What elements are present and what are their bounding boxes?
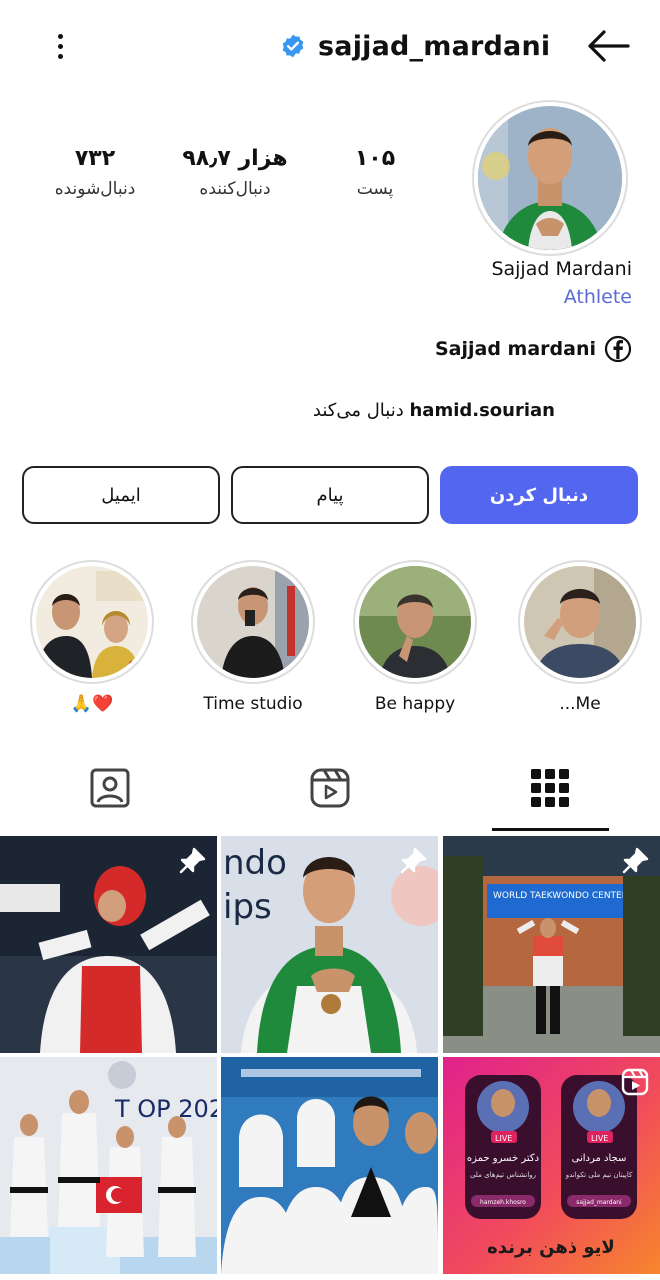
profile-avatar[interactable] — [472, 100, 628, 256]
highlight-cover-image — [524, 566, 636, 678]
post5-left-handle: hamzeh.khosro — [480, 1199, 526, 1206]
tagged-user-icon — [90, 768, 130, 808]
posts-count: ۱۰۵ — [354, 146, 396, 171]
svg-text:♥: ♥ — [128, 659, 141, 675]
followers-label: دنبال‌کننده — [199, 179, 271, 199]
highlight-be-happy[interactable]: Be happy — [353, 560, 477, 714]
more-options-icon[interactable] — [40, 28, 80, 64]
posts-stat[interactable]: ۱۰۵ پست — [310, 146, 440, 199]
username: sajjad_mardani — [318, 30, 551, 62]
highlight-time-studio[interactable]: Time studio — [191, 560, 315, 714]
pinned-icon — [400, 847, 427, 874]
pinned-icon — [179, 847, 206, 874]
following-label: دنبال‌شونده — [54, 179, 136, 199]
post-thumbnail[interactable]: ndo ips — [221, 836, 438, 1053]
message-button[interactable]: پیام — [231, 466, 429, 524]
post-thumbnail[interactable]: T OP 202 — [0, 1057, 217, 1274]
followers-count: ۹۸٫۷ هزار — [182, 146, 288, 171]
post5-left-name: دکتر خسرو حمزه — [467, 1153, 539, 1164]
posts-label: پست — [356, 179, 394, 199]
post5-headline: لایو ذهن برنده — [487, 1237, 615, 1258]
email-button[interactable]: ایمیل — [22, 466, 220, 524]
followed-by-suffix: دنبال می‌کند — [312, 400, 404, 421]
highlight-pray-heart[interactable]: ♥ 🙏❤️ — [30, 560, 154, 714]
post5-right-name: سجاد مردانی — [572, 1153, 627, 1164]
post-thumbnail[interactable]: LIVE LIVE دکتر خسرو حمزه روانشناس تیم‌ها… — [443, 1057, 660, 1274]
profile-full-name: Sajjad Mardani — [491, 258, 632, 280]
svg-text:T OP 202: T OP 202 — [114, 1095, 217, 1123]
facebook-icon — [604, 335, 632, 363]
highlight-label: ...Me — [559, 694, 601, 714]
svg-text:ndo: ndo — [223, 843, 287, 883]
active-tab-indicator — [492, 828, 609, 831]
facebook-name: Sajjad mardani — [434, 338, 596, 360]
tab-reels[interactable] — [300, 760, 360, 816]
tab-posts-grid[interactable] — [520, 760, 580, 816]
post-thumbnail[interactable] — [221, 1057, 438, 1274]
highlight-me[interactable]: ...Me — [518, 560, 642, 714]
followed-by-text[interactable]: hamid.sourian دنبال می‌کند — [100, 400, 555, 421]
profile-header-title: sajjad_mardani — [280, 26, 560, 66]
live-badge-left: LIVE — [495, 1134, 512, 1143]
following-count: ۷۳۲ — [74, 146, 116, 171]
reels-icon — [310, 768, 350, 808]
facebook-link[interactable]: Sajjad mardani — [380, 334, 632, 364]
pinned-icon — [622, 847, 649, 874]
post5-left-role: روانشناس تیم‌های ملی — [470, 1171, 536, 1179]
post5-right-handle: sajjad_mardani — [576, 1199, 622, 1206]
followed-by-user[interactable]: hamid.sourian — [409, 400, 555, 421]
avatar-image — [478, 106, 622, 250]
post-thumbnail[interactable] — [0, 836, 217, 1053]
tab-tagged[interactable] — [80, 760, 140, 816]
post3-sign-text: WORLD TAEKWONDO CENTER — [493, 891, 628, 901]
highlight-cover-image: ♥ — [36, 566, 148, 678]
highlight-cover-image — [359, 566, 471, 678]
follow-button[interactable]: دنبال کردن — [440, 466, 638, 524]
highlight-label: Time studio — [203, 694, 303, 714]
post-thumbnail[interactable]: WORLD TAEKWONDO CENTER — [443, 836, 660, 1053]
profile-category: Athlete — [563, 286, 632, 308]
reel-icon — [621, 1068, 649, 1096]
verified-badge-icon — [282, 34, 304, 58]
following-stat[interactable]: ۷۳۲ دنبال‌شونده — [30, 146, 160, 199]
followers-stat[interactable]: ۹۸٫۷ هزار دنبال‌کننده — [170, 146, 300, 199]
highlight-cover-image — [197, 566, 309, 678]
highlight-label: Be happy — [374, 694, 456, 714]
back-arrow-icon[interactable] — [580, 26, 636, 66]
grid-icon — [531, 769, 569, 807]
svg-text:ips: ips — [223, 887, 272, 927]
live-badge-right: LIVE — [591, 1134, 608, 1143]
highlight-label: 🙏❤️ — [70, 694, 114, 714]
post5-right-role: کاپیتان تیم ملی تکواندو — [565, 1171, 633, 1179]
